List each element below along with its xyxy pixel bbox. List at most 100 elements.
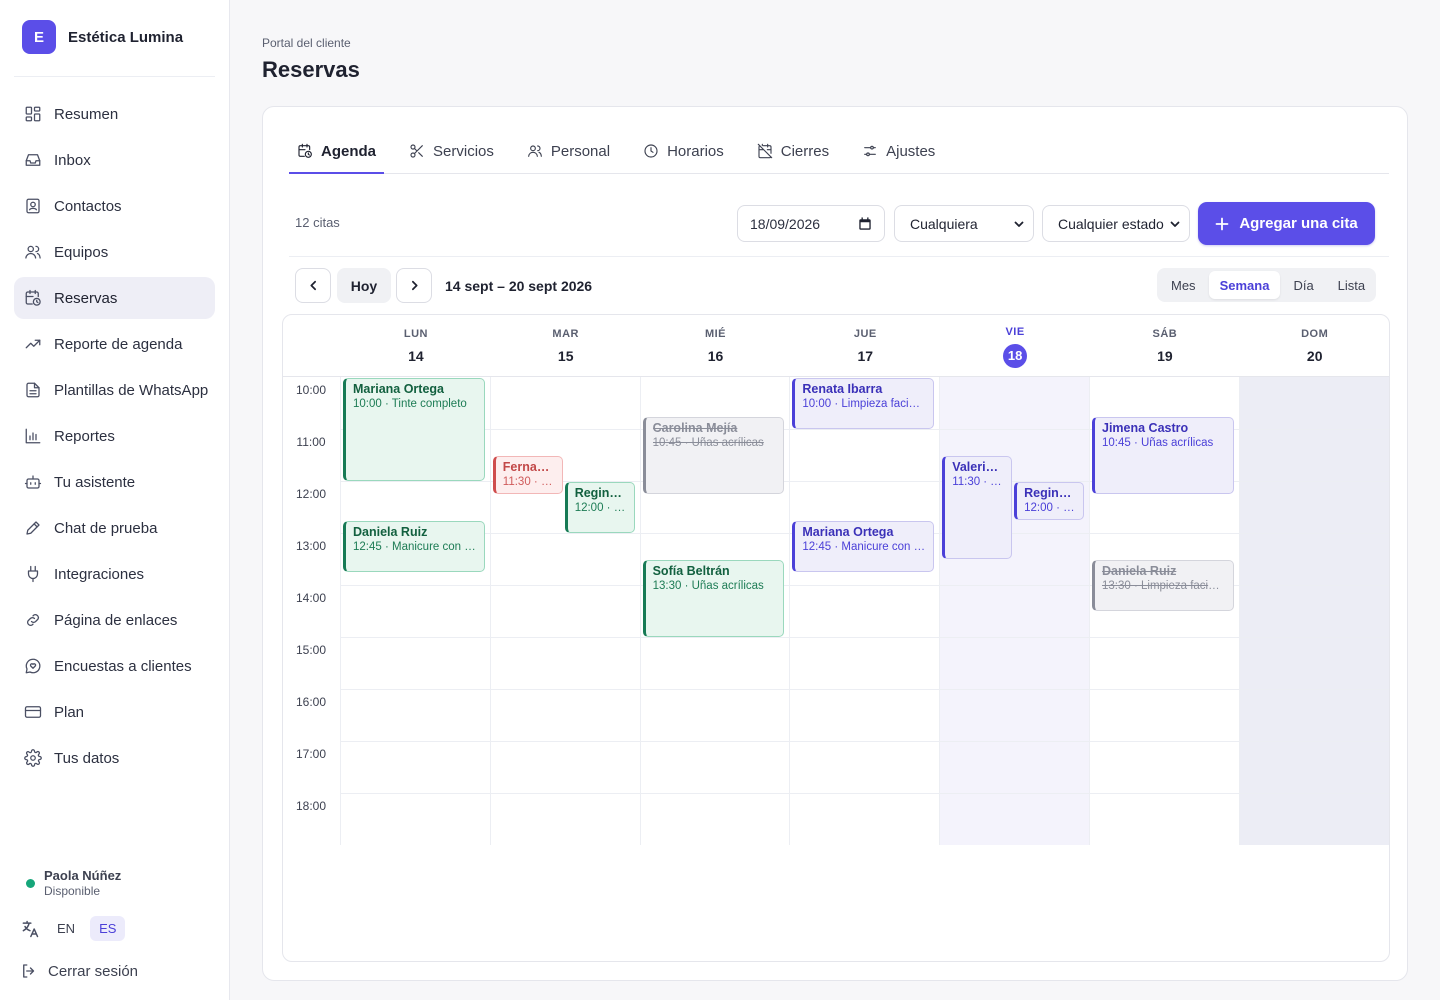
day-name: JUE (853, 328, 877, 340)
time-label: 13:00 (295, 539, 327, 553)
status-filter-select[interactable]: Cualquier estado (1042, 205, 1190, 242)
view-lista-button[interactable]: Lista (1327, 271, 1376, 299)
sidebar-item-tus-datos[interactable]: Tus datos (14, 737, 215, 779)
appointment-event[interactable]: Valeria Cruz 11:30 · Tinte completo (942, 456, 1013, 559)
day-number: 18 (1003, 344, 1028, 368)
tab-label: Horarios (667, 142, 724, 160)
appointment-client: Daniela Ruiz (1102, 564, 1177, 578)
tab-horarios[interactable]: Horarios (635, 129, 732, 173)
chevron-down-icon (1014, 221, 1024, 227)
grid-column-line (789, 377, 791, 845)
sidebar-item-reservas[interactable]: Reservas (14, 277, 215, 319)
sidebar-item-chat-de-prueba[interactable]: Chat de prueba (14, 507, 215, 549)
sidebar-item-inbox[interactable]: Inbox (14, 139, 215, 181)
sidebar: E Estética Lumina Resumen Inbox Contactos E… (0, 0, 230, 1000)
users-icon (24, 243, 42, 261)
appointment-event[interactable]: Carolina Mejía 10:45 · Uñas acrílicas (642, 417, 785, 494)
view-dia-button[interactable]: Día (1282, 271, 1324, 299)
sidebar-item-equipos[interactable]: Equipos (14, 231, 215, 273)
calendar-clock-icon (297, 143, 313, 159)
sidebar-item-label: Inbox (54, 151, 91, 169)
sidebar-item-label: Reportes (54, 427, 115, 445)
next-week-button[interactable] (396, 268, 432, 303)
view-mes-button[interactable]: Mes (1160, 271, 1207, 299)
day-header[interactable]: VIE 18 (940, 315, 1090, 377)
day-header[interactable]: MAR 15 (491, 315, 641, 377)
day-header[interactable]: MIÉ 16 (641, 315, 791, 377)
sidebar-item-reportes[interactable]: Reportes (14, 415, 215, 457)
calendar-header: LUN 14 MAR 15 MIÉ 16 JUE 17 VIE 18 SÁB 19 DOM 20 (283, 315, 1389, 377)
logout-button[interactable]: Cerrar sesión (20, 962, 138, 980)
appointment-detail: 10:45 · Uñas acrílicas (652, 437, 764, 449)
time-label: 17:00 (295, 747, 327, 761)
sidebar-item-plantillas-de-whatsapp[interactable]: Plantillas de WhatsApp (14, 369, 215, 411)
date-value: 18/09/2026 (750, 215, 821, 232)
day-name: LUN (403, 328, 428, 340)
sidebar-item-label: Equipos (54, 243, 109, 261)
calendar-icon[interactable] (858, 216, 872, 231)
day-header[interactable]: JUE 17 (790, 315, 940, 377)
page-title: Reservas (262, 57, 360, 82)
translate-icon (20, 919, 40, 939)
day-number: 19 (1157, 348, 1173, 364)
tab-ajustes[interactable]: Ajustes (854, 129, 943, 173)
previous-week-button[interactable] (295, 268, 331, 303)
view-semana-button[interactable]: Semana (1208, 271, 1281, 299)
language-en-button[interactable]: EN (48, 916, 84, 941)
tab-servicios[interactable]: Servicios (401, 129, 502, 173)
appointment-event[interactable]: Fernanda Luna 11:30 · Depilación (492, 456, 563, 494)
divider (289, 256, 1389, 257)
sidebar-item-tu-asistente[interactable]: Tu asistente (14, 461, 215, 503)
appointment-event[interactable]: Renata Ibarra 10:00 · Limpieza facial pro… (792, 378, 935, 429)
appointment-client: Regina Soto (1024, 486, 1076, 500)
tab-personal[interactable]: Personal (519, 129, 618, 173)
staff-filter-select[interactable]: Cualquiera (894, 205, 1034, 242)
sidebar-item-resumen[interactable]: Resumen (14, 93, 215, 135)
grid-column-line (340, 377, 341, 845)
sidebar-item-label: Plan (54, 703, 85, 721)
sidebar-item-contactos[interactable]: Contactos (14, 185, 215, 227)
sidebar-item-integraciones[interactable]: Integraciones (14, 553, 215, 595)
day-number: 14 (408, 348, 424, 364)
brand[interactable]: E Estética Lumina (22, 20, 183, 54)
appointment-event[interactable]: Mariana Ortega 10:00 · Tinte completo (343, 378, 485, 481)
appointment-detail: 11:30 · Tinte completo (952, 476, 1004, 488)
tab-cierres[interactable]: Cierres (749, 129, 837, 173)
plus-icon (1215, 217, 1229, 230)
date-field[interactable]: 18/09/2026 (737, 205, 885, 242)
sidebar-item-encuestas-a-clientes[interactable]: Encuestas a clientes (14, 645, 215, 687)
document-icon (24, 381, 42, 399)
clock-icon (643, 143, 659, 159)
appointment-event[interactable]: Regina Soto 12:00 · Manicure (1014, 482, 1084, 520)
sidebar-item-label: Tu asistente (54, 473, 136, 491)
appointment-client: Renata Ibarra (802, 382, 883, 396)
day-number: 16 (707, 348, 724, 364)
sidebar-nav: Resumen Inbox Contactos Equipos Reservas Repo… (14, 93, 215, 783)
breadcrumb[interactable]: Portal del cliente (262, 36, 351, 50)
sidebar-item-reporte-de-agenda[interactable]: Reporte de agenda (14, 323, 215, 365)
scissors-icon (409, 143, 425, 159)
appointment-detail: 12:45 · Manicure con gel (802, 541, 927, 553)
appointment-event[interactable]: Jimena Castro 10:45 · Uñas acrílicas (1092, 417, 1234, 494)
day-header[interactable]: DOM 20 (1240, 315, 1389, 377)
brand-logo: E (22, 20, 56, 54)
add-appointment-label: Agregar una cita (1239, 215, 1358, 232)
day-header[interactable]: SÁB 19 (1090, 315, 1240, 377)
sidebar-item-pagina-de-enlaces[interactable]: Página de enlaces (14, 599, 215, 641)
add-appointment-button[interactable]: Agregar una cita (1198, 202, 1375, 245)
appointment-client: Mariana Ortega (802, 525, 894, 539)
sidebar-item-plan[interactable]: Plan (14, 691, 215, 733)
appointment-event[interactable]: Daniela Ruiz 13:30 · Limpieza facial prof… (1092, 560, 1234, 611)
day-header[interactable]: LUN 14 (341, 315, 491, 377)
today-button[interactable]: Hoy (337, 268, 391, 303)
logout-icon (23, 964, 35, 978)
appointment-event[interactable]: Sofía Beltrán 13:30 · Uñas acrílicas (642, 560, 785, 637)
tab-agenda[interactable]: Agenda (289, 129, 385, 174)
appointment-event[interactable]: Mariana Ortega 12:45 · Manicure con gel (792, 521, 935, 572)
language-es-button[interactable]: ES (90, 916, 126, 941)
day-name: MAR (552, 328, 579, 340)
day-number: 17 (857, 348, 874, 364)
appointment-event[interactable]: Regina Soto 12:00 · Limpieza facial (564, 482, 635, 533)
appointment-event[interactable]: Daniela Ruiz 12:45 · Manicure con gel (343, 521, 485, 572)
bot-icon (24, 473, 42, 491)
